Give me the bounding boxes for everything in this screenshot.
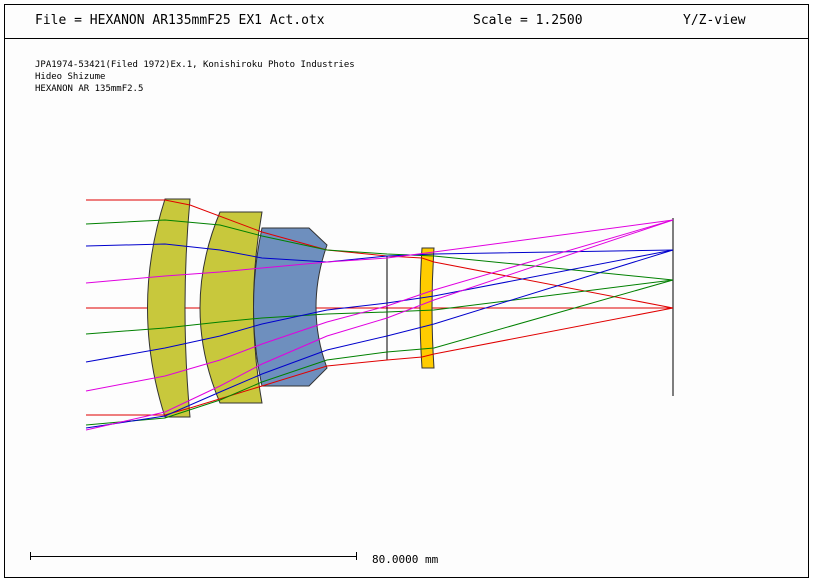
scale-bar-label: 80.0000 mm: [372, 553, 439, 566]
optical-layout: [85, 198, 674, 431]
scale-bar: [30, 552, 357, 560]
lens-element-2: [199, 211, 263, 404]
lens-element-1: [147, 198, 191, 418]
lens-element-3: [253, 227, 328, 387]
lens-element-4: [419, 247, 435, 369]
